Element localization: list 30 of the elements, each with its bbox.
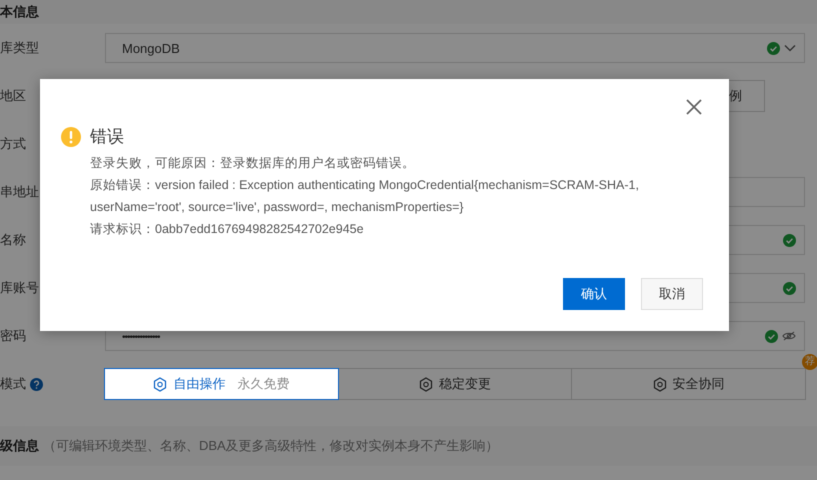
recommend-badge: 荐 bbox=[802, 354, 817, 370]
section-title: 级信息 bbox=[0, 437, 39, 455]
error-message: 请求标识：0abb7edd16769498282542702e945e bbox=[90, 221, 364, 238]
help-icon bbox=[30, 378, 43, 390]
field-label: 模式 bbox=[0, 375, 26, 393]
section-note: （可编辑环境类型、名称、DBA及更多高级特性，修改对实例本身不产生影响） bbox=[43, 437, 499, 455]
field-label: 库类型 bbox=[0, 39, 39, 57]
mode-option[interactable]: 安全协同 bbox=[571, 368, 806, 400]
cancel-button[interactable]: 取消 bbox=[641, 278, 703, 310]
eye-slash-icon bbox=[782, 331, 796, 341]
field-label: 名称 bbox=[0, 231, 26, 249]
field-label: 地区 bbox=[0, 87, 26, 105]
close-icon[interactable] bbox=[685, 98, 703, 116]
field-label: 库账号 bbox=[0, 279, 39, 297]
error-message: 原始错误：version failed : Exception authenticating MongoCredential{mechanism=SCRAM-SHA-1, userName='root', source='live', password=, mechanismProperties=} bbox=[90, 177, 640, 216]
error-message: 登录失败，可能原因：登录数据库的用户名或密码错误。 bbox=[90, 155, 415, 172]
mode-option[interactable]: 稳定变更 bbox=[338, 368, 572, 400]
warning-icon bbox=[61, 126, 81, 146]
hexagon-icon bbox=[419, 376, 433, 392]
chevron-down-icon bbox=[784, 44, 796, 52]
mode-option[interactable]: 自由操作 永久免费 bbox=[104, 368, 339, 400]
field-label: 方式 bbox=[0, 135, 26, 153]
section-title: 本信息 bbox=[0, 3, 39, 21]
field-label: 串地址 bbox=[0, 183, 39, 201]
select-field[interactable]: MongoDB bbox=[105, 33, 805, 63]
hexagon-icon bbox=[652, 376, 667, 392]
dialog-title: 错误 bbox=[90, 126, 124, 148]
hexagon-icon bbox=[153, 376, 168, 392]
field-label: 密码 bbox=[0, 327, 26, 345]
confirm-button[interactable]: 确认 bbox=[563, 278, 625, 310]
